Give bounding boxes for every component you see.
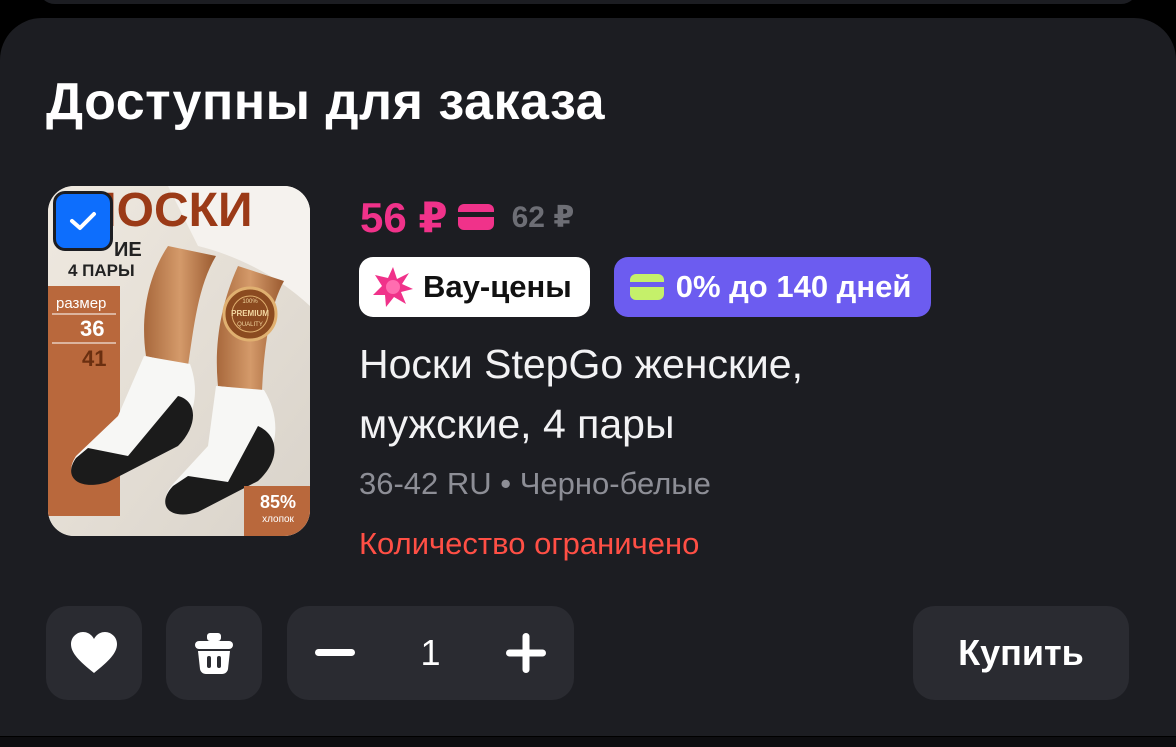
installment-badge[interactable]: 0% до 140 дней — [613, 257, 932, 317]
price-old: 62 ₽ — [511, 200, 575, 234]
seal-text: PREMIUM — [231, 309, 269, 318]
star-burst-icon — [373, 267, 413, 307]
seal-bottom-text: QUALITY — [237, 322, 263, 328]
favorite-button[interactable] — [46, 606, 142, 700]
product-variant: 36-42 RU • Черно-белые — [359, 466, 711, 501]
heart-icon — [71, 632, 117, 673]
section-title: Доступны для заказа — [46, 73, 606, 131]
image-size-from: 36 — [80, 316, 104, 341]
image-size-to: 41 — [82, 346, 106, 371]
image-pairs-text: 4 ПАРЫ — [68, 261, 135, 280]
buy-button[interactable]: Купить — [913, 606, 1129, 700]
minus-icon — [315, 649, 355, 656]
installment-label: 0% до 140 дней — [675, 269, 912, 304]
plus-icon — [506, 633, 546, 673]
quantity-value: 1 — [420, 632, 441, 673]
product-name[interactable]: Носки StepGo женские, мужские, 4 пары — [359, 334, 979, 454]
wow-price-badge[interactable]: Вау-цены — [359, 257, 590, 317]
badges-row: Вау-цены 0% до 140 дней — [359, 257, 932, 317]
delete-button[interactable] — [166, 606, 262, 700]
trash-icon — [195, 633, 233, 674]
stock-warning: Количество ограничено — [359, 526, 700, 561]
quantity-stepper: 1 — [287, 606, 574, 700]
price-current: 56 ₽ — [360, 193, 448, 241]
cotton-label-text: хлопок — [262, 514, 294, 525]
seal-top-text: 100% — [242, 299, 258, 305]
decrease-button[interactable] — [313, 631, 357, 675]
card-icon — [629, 274, 664, 300]
image-size-label: размер — [56, 295, 106, 312]
wow-price-label: Вау-цены — [423, 269, 572, 304]
previous-card-edge — [38, 0, 1138, 4]
select-checkbox[interactable] — [53, 191, 113, 251]
top-strip — [0, 0, 1176, 8]
card-icon — [457, 204, 494, 230]
image-subtitle-text: ИЕ — [114, 239, 142, 261]
cotton-percent-text: 85% — [260, 492, 296, 512]
checkmark-icon — [70, 212, 96, 230]
price-row: 56 ₽ 62 ₽ — [360, 192, 574, 242]
bottom-divider — [0, 737, 1176, 747]
increase-button[interactable] — [504, 631, 548, 675]
